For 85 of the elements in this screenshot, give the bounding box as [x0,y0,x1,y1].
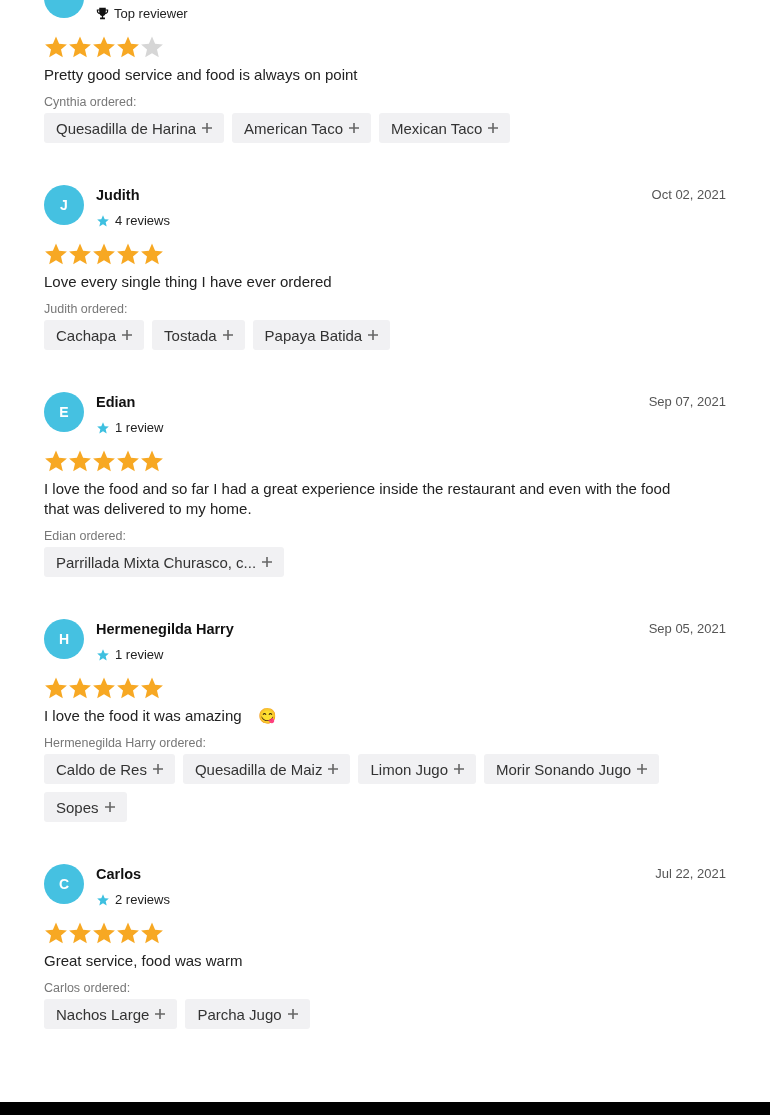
star-icon [96,892,110,907]
plus-icon [104,802,115,812]
menu-item-chip[interactable]: Sopes [44,792,127,822]
rating-star-icon [140,921,164,945]
rating-star-icon [116,242,140,266]
rating-star-icon [116,921,140,945]
menu-item-chip[interactable]: Nachos Large [44,999,178,1029]
reviewer-name: Hermenegilda Harry [96,621,234,637]
reviewer-badge-label: 2 reviews [115,892,170,907]
avatar: E [44,392,84,432]
plus-icon [454,764,465,774]
rating-star-icon [68,676,92,700]
rating-star-icon [44,35,68,59]
menu-item-chip[interactable]: Cachapa [44,320,145,350]
review-date: Jul 22, 2021 [655,866,726,881]
menu-item-chip[interactable]: Mexican Taco [379,113,511,143]
menu-item-chip[interactable]: Quesadilla de Harina [44,113,225,143]
plus-icon [262,557,273,567]
menu-item-chip[interactable]: Parcha Jugo [185,999,310,1029]
rating-star-icon [92,921,116,945]
review-text: Great service, food was warm [44,951,244,971]
rating-star-icon [68,449,92,473]
rating-star-icon [44,676,68,700]
star-icon [96,213,110,228]
avatar: H [44,619,84,659]
plus-icon [637,764,648,774]
rating-star-icon [140,242,164,266]
review-text: I love the food and so far I had a great experience inside the restaurant and even with the food that was delivered to my home. [44,479,672,519]
star-icon [96,647,110,662]
rating-star-icon [140,35,164,59]
reviewer-badge-label: 4 reviews [115,213,170,228]
menu-item-chip[interactable]: Parrillada Mixta Churasco, c... [44,547,285,577]
rating-star-icon [92,35,116,59]
reviewer-badge-label: 1 review [115,420,164,435]
ordered-label: Judith ordered: [44,302,129,316]
menu-item-chip[interactable]: Caldo de Res [44,754,175,784]
rating-star-icon [44,921,68,945]
plus-icon [152,764,163,774]
menu-item-chip[interactable]: Tostada [152,320,245,350]
plus-icon [368,330,379,340]
review-text: Love every single thing I have ever ordered [44,272,333,292]
reviewer-name: Carlos [96,866,142,882]
reviewer-name: Judith [96,187,140,203]
plus-icon [488,123,499,133]
rating-star-icon [68,242,92,266]
rating-star-icon [116,676,140,700]
rating-star-icon [116,35,140,59]
rating-star-icon [68,921,92,945]
reviewer-badge-label: 1 review [115,647,164,662]
rating-star-icon [116,449,140,473]
star-icon [96,420,110,435]
review-text: Pretty good service and food is always on point [44,65,359,85]
rating-star-icon [68,35,92,59]
plus-icon [155,1009,166,1019]
review-date: Oct 02, 2021 [651,187,726,202]
rating-star-icon [92,242,116,266]
rating-star-icon [92,676,116,700]
menu-item-chip[interactable]: Papaya Batida [252,320,391,350]
plus-icon [122,330,133,340]
avatar: J [44,185,84,225]
plus-icon [202,123,213,133]
ordered-label: Carlos ordered: [44,981,132,995]
rating-star-icon [140,449,164,473]
rating-star-icon [44,449,68,473]
trophy-icon [96,7,109,20]
menu-item-chip[interactable]: American Taco [232,113,372,143]
plus-icon [328,764,339,774]
menu-item-chip[interactable]: Quesadilla de Maiz [182,754,351,784]
reviewer-name: Edian [96,394,136,410]
plus-icon [287,1009,298,1019]
rating-star-icon [140,676,164,700]
plus-icon [222,330,233,340]
avatar: C [44,864,84,904]
rating-star-icon [44,242,68,266]
ordered-label: Hermenegilda Harry ordered: [44,736,207,750]
ordered-label: Cynthia ordered: [44,95,138,109]
review-text: I love the food it was amazing 😋 [44,706,279,726]
ordered-label: Edian ordered: [44,529,127,543]
reviewer-badge-label: Top reviewer [114,6,188,21]
rating-star-icon [92,449,116,473]
review-date: Sep 05, 2021 [648,621,726,636]
menu-item-chip[interactable]: Morir Sonando Jugo [484,754,660,784]
plus-icon [349,123,360,133]
review-date: Sep 07, 2021 [648,394,726,409]
menu-item-chip[interactable]: Limon Jugo [358,754,477,784]
